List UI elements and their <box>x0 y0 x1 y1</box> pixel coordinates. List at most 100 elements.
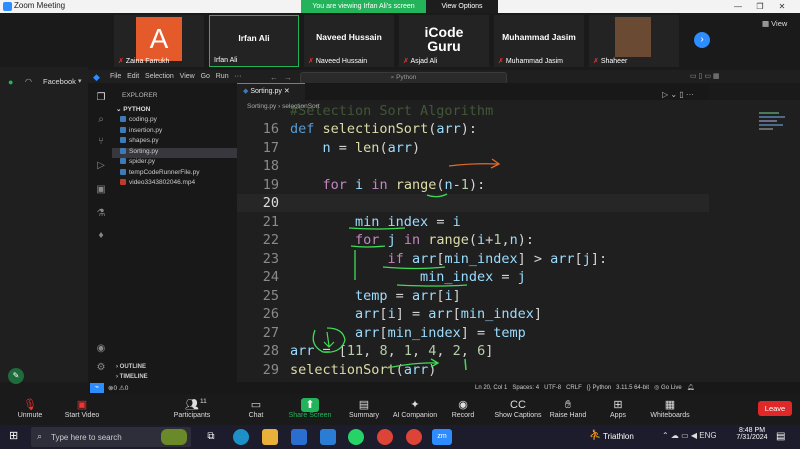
folder-python[interactable]: ⌄ PYTHON <box>116 105 150 113</box>
outline-section[interactable]: › OUTLINE <box>116 364 146 370</box>
search-icon: ⌕ <box>37 431 43 441</box>
mongodb-icon[interactable]: ♦ <box>95 230 107 242</box>
remote-icon[interactable]: ⌁ <box>90 383 104 393</box>
breadcrumb-symbol[interactable]: selectionSort <box>282 103 320 110</box>
tab-sorting[interactable]: ◆ Sorting.py ✕ <box>237 83 305 100</box>
notification-icon[interactable]: ▤ <box>776 431 785 442</box>
chrome-profile-icon[interactable] <box>406 429 422 445</box>
close-icon[interactable]: ✕ <box>771 0 793 13</box>
chrome-icon[interactable] <box>377 429 393 445</box>
file-item[interactable]: coding.py <box>112 116 237 127</box>
menu-edit[interactable]: Edit <box>127 73 139 80</box>
participant-name: Muhammad Jasim <box>505 58 564 65</box>
participant-tile[interactable]: Muhammad Jasim ✗ Muhammad Jasim <box>494 15 584 67</box>
taskbar-search-input[interactable]: ⌕ Type here to search <box>31 427 191 447</box>
source-control-icon[interactable]: ⑂ <box>95 136 107 148</box>
run-debug-icon[interactable]: ▷ <box>95 160 107 172</box>
leave-button[interactable]: Leave <box>758 401 792 416</box>
file-item[interactable]: spider.py <box>112 158 237 169</box>
windows-start-icon[interactable]: ⊞ <box>9 431 20 442</box>
share-screen-button[interactable]: ⬆ Share Screen <box>280 398 340 424</box>
participant-tile[interactable]: iCode Guru ✗ Asjad Ali <box>399 15 489 67</box>
record-icon: ◉ <box>458 399 468 411</box>
file-item[interactable]: shapes.py <box>112 137 237 148</box>
participant-tile[interactable]: Naveed Hussain ✗ Naveed Hussain <box>304 15 394 67</box>
settings-gear-icon[interactable]: ⚙ <box>95 362 107 374</box>
extensions-icon[interactable]: ▣ <box>95 184 107 196</box>
timeline-section[interactable]: › TIMELINE <box>116 374 148 380</box>
left-side-panel <box>0 67 88 382</box>
system-tray-icons[interactable]: ⌃ ☁ ▭ ◀︎ ENG <box>662 431 717 440</box>
annotate-pen-icon[interactable]: ✎ <box>8 368 24 384</box>
file-item-active[interactable]: Sorting.py <box>112 147 237 158</box>
chevron-down-icon[interactable]: ▾ <box>78 77 82 85</box>
menu-file[interactable]: File <box>110 73 121 80</box>
toolbar-label: Summary <box>349 412 379 419</box>
participant-tile-name: Naveed Hussain <box>316 32 382 42</box>
participants-button[interactable]: 👥︎ Participants 11 <box>162 398 222 424</box>
file-item[interactable]: video3343802046.mp4 <box>112 179 237 190</box>
testing-icon[interactable]: ⚗ <box>95 208 107 220</box>
view-options-button[interactable]: View Options <box>426 0 498 13</box>
participant-tile[interactable]: ✗ Shaheer <box>589 15 679 67</box>
date: 7/31/2024 <box>736 434 768 441</box>
view-button[interactable]: ▦ View <box>762 19 787 28</box>
edge-icon[interactable] <box>233 429 249 445</box>
annotation-underline <box>426 193 448 198</box>
record-button[interactable]: ◉ Record <box>433 398 493 424</box>
minimize-icon[interactable]: — <box>727 0 749 13</box>
nav-back-icon[interactable]: ← <box>270 73 278 82</box>
whiteboard-icon: ▦ <box>664 399 676 411</box>
apps-button[interactable]: ⊞ Apps <box>588 398 648 424</box>
indent-setting[interactable]: Spaces: 4 <box>512 385 539 391</box>
chat-button[interactable]: ▭ Chat <box>226 398 286 424</box>
clock[interactable]: 8:48 PM 7/31/2024 <box>734 427 770 441</box>
maximize-icon[interactable]: ❐ <box>749 0 771 13</box>
zoom-taskbar-icon[interactable]: zm <box>432 429 452 445</box>
menu-selection[interactable]: Selection <box>145 73 174 80</box>
run-file-icon[interactable]: ▷ ⌄ ▯ ··· <box>662 90 694 99</box>
files-icon[interactable]: ❐ <box>95 92 107 104</box>
whatsapp-icon[interactable] <box>348 429 364 445</box>
language-mode[interactable]: Python <box>592 385 611 391</box>
file-item[interactable]: insertion.py <box>112 127 237 138</box>
unmute-button[interactable]: 🎙︎ Unmute <box>0 398 60 424</box>
participant-name: Zaina Farrukh <box>125 58 170 65</box>
participant-tile-active[interactable]: Irfan Ali Irfan Ali <box>209 15 299 67</box>
mail-icon[interactable] <box>320 429 336 445</box>
go-live-button[interactable]: Go Live <box>661 385 682 391</box>
task-view-icon[interactable]: ⧉ <box>203 429 219 445</box>
menu-run[interactable]: Run <box>216 73 229 80</box>
avatar: A <box>136 17 182 61</box>
file-item[interactable]: tempCodeRunnerFile.py <box>112 169 237 180</box>
participant-photo <box>615 17 651 57</box>
store-icon[interactable] <box>291 429 307 445</box>
menu-view[interactable]: View <box>180 73 195 80</box>
search-icon[interactable]: ⌕ <box>95 114 107 126</box>
whiteboards-button[interactable]: ▦ Whiteboards <box>640 398 700 424</box>
menu-go[interactable]: Go <box>201 73 210 80</box>
interpreter-version[interactable]: 3.11.5 64-bit <box>616 385 649 391</box>
weather-label[interactable]: Triathlon <box>603 432 634 441</box>
view-grid-icon: ▦ <box>762 19 772 28</box>
participant-tile[interactable]: A ✗ Zaina Farrukh <box>114 15 204 67</box>
encoding[interactable]: UTF-8 <box>544 385 561 391</box>
minimap[interactable] <box>709 100 800 382</box>
file-name: Sorting.py <box>129 147 159 155</box>
next-page-icon[interactable]: › <box>694 32 710 48</box>
braces-icon: {} <box>586 385 591 391</box>
problems-indicator[interactable]: ⊗0 ⚠0 <box>108 384 128 392</box>
explorer-title: EXPLORER <box>122 92 158 99</box>
profile-label[interactable]: Facebook <box>43 77 76 86</box>
line-ending[interactable]: CRLF <box>566 385 582 391</box>
nav-forward-icon[interactable]: → <box>284 73 292 82</box>
breadcrumb-file[interactable]: Sorting.py <box>247 103 276 110</box>
bell-icon[interactable]: 🔔︎ <box>687 385 695 391</box>
layout-icons[interactable]: ▭ ▯ ▭ ▦ <box>690 72 720 80</box>
account-icon[interactable]: ◉ <box>95 343 107 355</box>
cursor-position[interactable]: Ln 20, Col 1 <box>475 385 507 391</box>
file-explorer-icon[interactable] <box>262 429 278 445</box>
close-tab-icon[interactable]: ✕ <box>284 88 290 95</box>
start-video-button[interactable]: ▣ Start Video <box>52 398 112 424</box>
menu-more[interactable]: ··· <box>234 73 241 80</box>
